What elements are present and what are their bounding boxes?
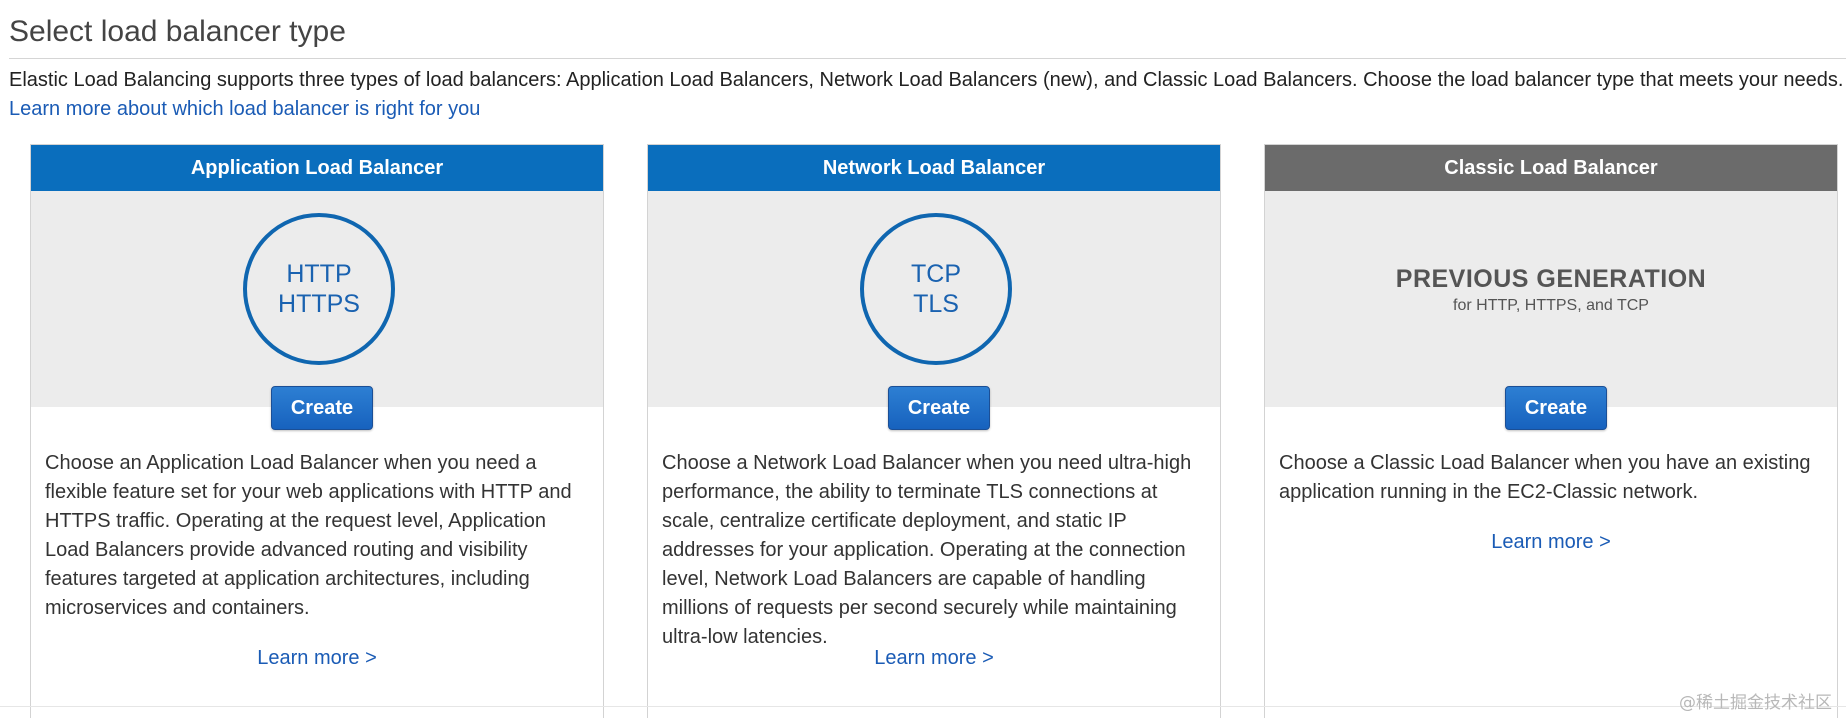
create-classic-load-balancer-button[interactable]: Create bbox=[1505, 386, 1607, 430]
previous-generation-title: PREVIOUS GENERATION bbox=[1395, 265, 1707, 293]
create-application-load-balancer-button[interactable]: Create bbox=[271, 386, 373, 430]
network-load-balancer-card: Network Load Balancer TCP TLS Create Cho… bbox=[647, 144, 1221, 718]
protocol-label: HTTPS bbox=[278, 290, 360, 318]
protocol-label: TLS bbox=[913, 290, 959, 318]
title-divider bbox=[9, 58, 1846, 59]
card-description: Choose a Classic Load Balancer when you … bbox=[1279, 452, 1811, 503]
learn-more-link[interactable]: Learn more > bbox=[1265, 531, 1837, 554]
card-description: Choose a Network Load Balancer when you … bbox=[662, 452, 1192, 648]
application-load-balancer-card: Application Load Balancer HTTP HTTPS Cre… bbox=[30, 144, 604, 718]
card-description: Choose an Application Load Balancer when… bbox=[45, 452, 572, 619]
learn-more-which-balancer-link[interactable]: Learn more about which load balancer is … bbox=[9, 98, 480, 120]
intro-text: Elastic Load Balancing supports three ty… bbox=[9, 69, 1844, 91]
card-header: Classic Load Balancer bbox=[1265, 145, 1837, 191]
protocol-label: HTTP bbox=[286, 260, 352, 288]
page-title: Select load balancer type bbox=[9, 15, 346, 48]
bottom-divider bbox=[0, 706, 1846, 707]
card-visual: HTTP HTTPS bbox=[31, 191, 603, 407]
select-load-balancer-page: Select load balancer type Elastic Load B… bbox=[0, 0, 1846, 718]
previous-generation-label: PREVIOUS GENERATION for HTTP, HTTPS, and… bbox=[1265, 263, 1837, 317]
card-visual: TCP TLS bbox=[648, 191, 1220, 407]
protocol-circle-icon: TCP TLS bbox=[860, 213, 1012, 365]
create-network-load-balancer-button[interactable]: Create bbox=[888, 386, 990, 430]
card-visual: PREVIOUS GENERATION for HTTP, HTTPS, and… bbox=[1265, 191, 1837, 407]
classic-load-balancer-card: Classic Load Balancer PREVIOUS GENERATIO… bbox=[1264, 144, 1838, 718]
learn-more-link[interactable]: Learn more > bbox=[648, 647, 1220, 670]
protocol-circle-icon: HTTP HTTPS bbox=[243, 213, 395, 365]
learn-more-link[interactable]: Learn more > bbox=[31, 647, 603, 670]
watermark: @稀土掘金技术社区 bbox=[1679, 693, 1832, 713]
previous-generation-subtitle: for HTTP, HTTPS, and TCP bbox=[1453, 297, 1649, 314]
protocol-label: TCP bbox=[911, 260, 961, 288]
card-header: Application Load Balancer bbox=[31, 145, 603, 191]
intro-paragraph: Elastic Load Balancing supports three ty… bbox=[9, 66, 1846, 124]
card-header: Network Load Balancer bbox=[648, 145, 1220, 191]
